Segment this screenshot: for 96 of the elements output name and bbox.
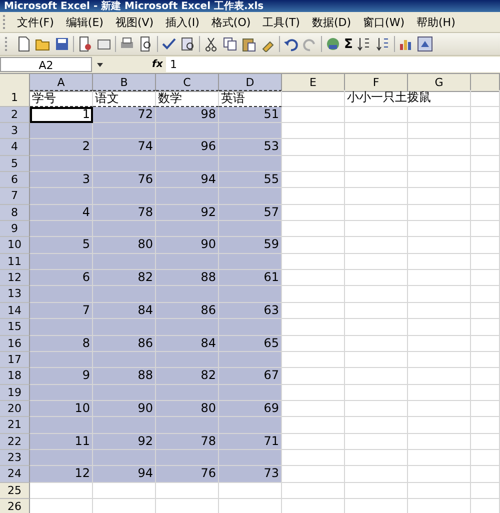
name-box[interactable]: A2	[0, 57, 92, 72]
column-header[interactable]: C	[156, 74, 219, 92]
menu-item[interactable]: 窗口(W)	[357, 14, 410, 30]
row-header[interactable]: 14	[0, 302, 30, 320]
table-cell: 98	[156, 106, 219, 124]
row-header[interactable]: 4	[0, 139, 30, 156]
table-cell: 小小一只土拨鼠	[345, 90, 471, 107]
table-cell: 55	[219, 172, 282, 188]
menu-item[interactable]: 视图(V)	[109, 14, 160, 30]
table-cell: 5	[30, 237, 93, 254]
row-header[interactable]: 18	[0, 368, 30, 385]
column-header[interactable]: A	[30, 74, 93, 92]
table-cell: 12	[30, 466, 93, 483]
table-cell: 88	[93, 368, 156, 385]
table-cell: 4	[30, 204, 93, 222]
window-title: Microsoft Excel - 新建 Microsoft Excel 工作表.xls	[3, 2, 264, 12]
table-cell: 92	[93, 434, 156, 450]
row-header[interactable]: 20	[0, 400, 30, 418]
column-header[interactable]: B	[93, 74, 156, 92]
table-cell: 86	[93, 336, 156, 352]
row-header[interactable]: 1	[0, 90, 30, 107]
row-header[interactable]: 15	[0, 319, 30, 336]
table-cell: 61	[219, 270, 282, 286]
table-cell: 73	[219, 466, 282, 483]
table-cell: 82	[93, 270, 156, 286]
column-header[interactable]: F	[345, 74, 408, 92]
menu-item[interactable]: 帮助(H)	[410, 14, 462, 30]
table-cell: 10	[30, 400, 93, 418]
column-header[interactable]: D	[219, 74, 282, 92]
table-cell: 1	[30, 106, 93, 124]
table-cell: 94	[156, 172, 219, 188]
table-cell: 80	[156, 400, 219, 418]
table-cell: 51	[219, 106, 282, 124]
row-header[interactable]: 3	[0, 123, 30, 140]
table-cell: 63	[219, 302, 282, 320]
row-header[interactable]: 10	[0, 237, 30, 254]
table-cell: 7	[30, 302, 93, 320]
row-header[interactable]: 16	[0, 336, 30, 352]
table-cell: 86	[156, 302, 219, 320]
table-cell: 3	[30, 172, 93, 188]
row-header[interactable]: 19	[0, 384, 30, 401]
table-cell: 80	[93, 237, 156, 254]
table-cell: 57	[219, 204, 282, 222]
table-cell: 74	[93, 139, 156, 156]
formula-field[interactable]: 1	[166, 57, 500, 72]
column-header[interactable]: G	[408, 74, 471, 92]
table-cell: 82	[156, 368, 219, 385]
table-cell: 76	[156, 466, 219, 483]
row-header[interactable]: 9	[0, 221, 30, 238]
row-header[interactable]: 11	[0, 254, 30, 270]
table-cell: 72	[93, 106, 156, 124]
table-cell: 78	[156, 434, 219, 450]
menu-item[interactable]: 编辑(E)	[60, 14, 110, 30]
row-header[interactable]: 6	[0, 172, 30, 188]
column-header[interactable]: E	[282, 74, 345, 92]
row-header[interactable]: 12	[0, 270, 30, 286]
table-cell: 90	[156, 237, 219, 254]
row-header[interactable]: 5	[0, 156, 30, 172]
row-header[interactable]: 26	[0, 498, 30, 513]
menu-item[interactable]: 插入(I)	[160, 14, 206, 30]
table-cell: 67	[219, 368, 282, 385]
row-header[interactable]: 22	[0, 434, 30, 450]
table-cell: 92	[156, 204, 219, 222]
row-header[interactable]: 24	[0, 466, 30, 483]
table-cell: 2	[30, 139, 93, 156]
table-cell: 9	[30, 368, 93, 385]
table-cell: 96	[156, 139, 219, 156]
table-cell: 53	[219, 139, 282, 156]
row-header[interactable]: 17	[0, 352, 30, 368]
row-header[interactable]: 2	[0, 106, 30, 124]
table-cell: 76	[93, 172, 156, 188]
function-label[interactable]: fx	[152, 59, 166, 70]
table-cell: 78	[93, 204, 156, 222]
row-header[interactable]: 8	[0, 204, 30, 222]
row-header[interactable]: 23	[0, 450, 30, 466]
row-header[interactable]: 7	[0, 188, 30, 205]
autosum-button[interactable]: Σ	[344, 36, 353, 52]
menu-item[interactable]: 数据(D)	[306, 14, 358, 30]
menu-item[interactable]: 文件(F)	[11, 14, 60, 30]
table-cell: 8	[30, 336, 93, 352]
menu-item[interactable]: 格式(O)	[205, 14, 257, 30]
row-header[interactable]: 25	[0, 482, 30, 499]
table-cell: 59	[219, 237, 282, 254]
table-cell: 69	[219, 400, 282, 418]
table-cell: 11	[30, 434, 93, 450]
table-cell: 65	[219, 336, 282, 352]
table-cell: 88	[156, 270, 219, 286]
table-cell: 84	[156, 336, 219, 352]
row-header[interactable]: 21	[0, 417, 30, 434]
table-cell: 94	[93, 466, 156, 483]
table-cell: 84	[93, 302, 156, 320]
menu-item[interactable]: 工具(T)	[256, 14, 306, 30]
table-cell: 71	[219, 434, 282, 450]
row-header[interactable]: 13	[0, 286, 30, 303]
table-cell: 90	[93, 400, 156, 418]
table-cell: 6	[30, 270, 93, 286]
